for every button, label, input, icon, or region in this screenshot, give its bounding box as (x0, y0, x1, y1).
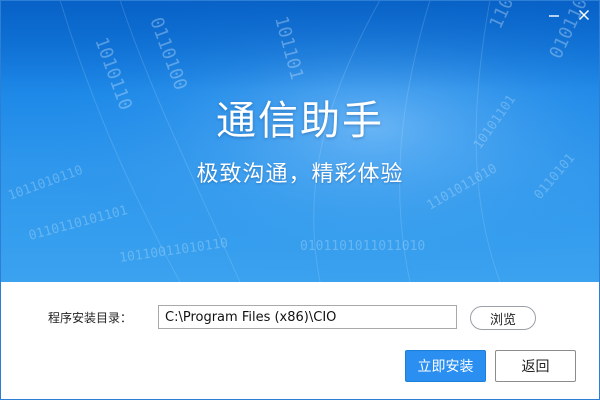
install-path-input[interactable] (158, 305, 457, 329)
svg-text:0101101011011010: 0101101011011010 (300, 239, 425, 254)
install-dir-label: 程序安装目录： (48, 311, 133, 325)
install-options: 程序安装目录： 浏览 立即安装 返回 (0, 282, 600, 400)
minimize-icon (549, 15, 559, 17)
minimize-button[interactable] (543, 4, 565, 26)
app-title: 通信助手 (216, 98, 384, 144)
browse-button[interactable]: 浏览 (470, 306, 536, 330)
header-banner: 1010110 0110100 101101 1101001 01011010 … (0, 0, 600, 282)
back-button[interactable]: 返回 (495, 350, 576, 382)
installer-window: 1010110 0110100 101101 1101001 01011010 … (0, 0, 600, 400)
app-slogan: 极致沟通，精彩体验 (196, 162, 404, 187)
close-icon (579, 10, 589, 20)
install-now-button[interactable]: 立即安装 (405, 350, 486, 382)
close-button[interactable] (573, 4, 595, 26)
